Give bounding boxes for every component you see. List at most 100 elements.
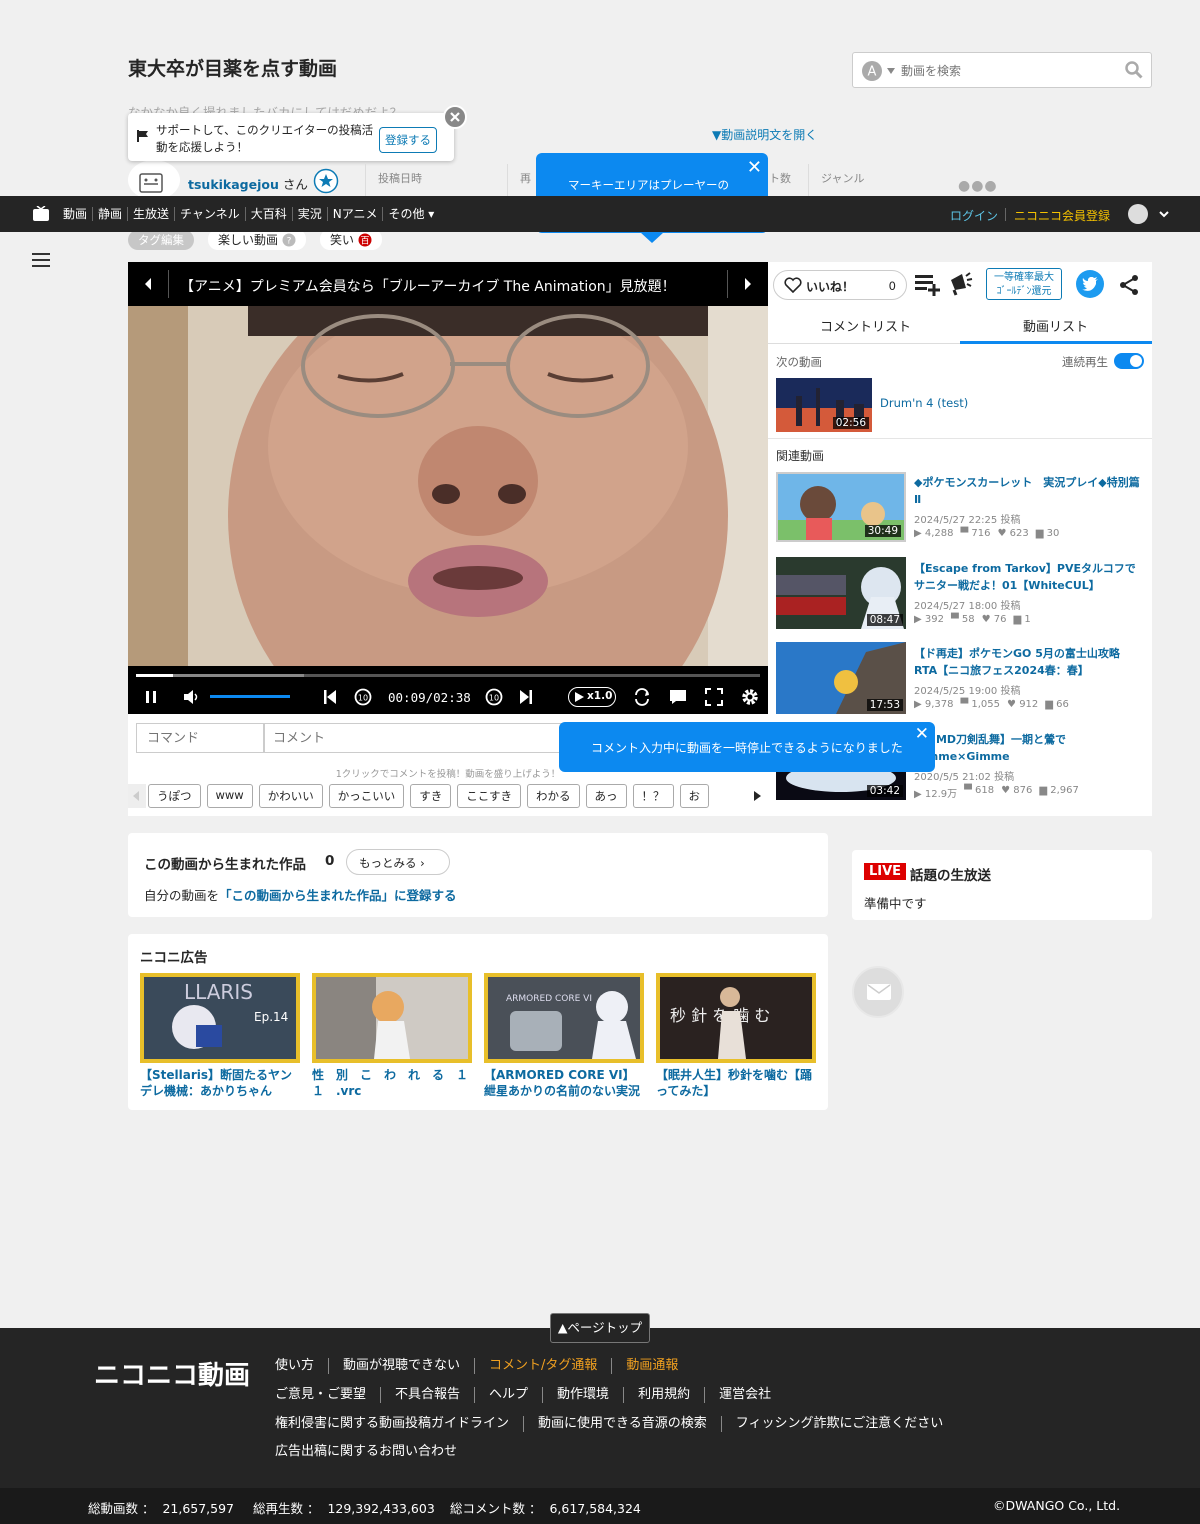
gear-icon[interactable] [740, 687, 760, 707]
quick-comment[interactable]: お [679, 784, 709, 808]
user-avatar[interactable] [1128, 204, 1148, 224]
ad-title[interactable]: 【Stellaris】断固たるヤンデレ機械：あかりちゃん [140, 1067, 302, 1099]
chevron-down-icon[interactable] [1158, 208, 1170, 220]
related-thumbnail[interactable]: 17:53 [776, 642, 906, 714]
footer-link[interactable]: ご意見・ご要望 [275, 1387, 380, 1403]
chevron-left-icon[interactable] [133, 791, 139, 801]
comment-input[interactable] [264, 723, 564, 753]
nav-item-channel[interactable]: チャンネル [174, 207, 245, 221]
volume-slider[interactable] [210, 695, 290, 698]
niconico-logo[interactable]: ニコニコ動画 [94, 1360, 256, 1388]
chevron-right-icon[interactable] [743, 278, 753, 290]
related-thumbnail[interactable]: 30:49 [776, 472, 906, 542]
tag-item[interactable]: 楽しい動画? [208, 229, 307, 250]
search-box[interactable]: A [852, 52, 1152, 88]
tag-edit-button[interactable]: タグ編集 [128, 229, 194, 250]
like-button[interactable]: いいね！ 0 [773, 270, 907, 300]
quick-comment[interactable]: わかる [527, 784, 580, 808]
forward-10-icon[interactable]: 10 [484, 687, 504, 707]
related-video-item[interactable]: 08:47 【Escape from Tarkov】PVEタルコフでサニター戦だ… [776, 554, 1146, 634]
search-input[interactable] [901, 59, 1115, 83]
video-frame[interactable] [128, 306, 768, 666]
quick-comment-prev[interactable] [128, 784, 146, 808]
playback-speed-button[interactable]: x1.0 [568, 687, 616, 707]
footer-link[interactable]: 権利侵害に関する動画投稿ガイドライン [275, 1416, 523, 1432]
footer-link[interactable]: 動作環境 [542, 1387, 623, 1403]
ad-title[interactable]: 【眠井人生】秒針を噛む【踊ってみた】 [656, 1067, 818, 1099]
twitter-share-icon[interactable] [1076, 270, 1104, 298]
related-video-item[interactable]: 17:53 【ド再走】ポケモンGO 5月の富士山攻略RTA【ニコ旅フェス2024… [776, 639, 1146, 719]
footer-link[interactable]: 使い方 [275, 1358, 328, 1374]
nav-item-video[interactable]: 動画 [58, 207, 92, 221]
footer-link[interactable]: 不具合報告 [380, 1387, 474, 1403]
menu-icon[interactable] [32, 253, 50, 267]
close-icon[interactable]: ✕ [747, 157, 762, 178]
quick-comment[interactable]: ここすき [457, 784, 521, 808]
register-link[interactable]: ニコニコ会員登録 [1014, 207, 1110, 224]
quick-comment[interactable]: かっこいい [328, 784, 405, 808]
tab-video-list[interactable]: 動画リスト [1023, 316, 1088, 335]
nicoad-megaphone-icon[interactable] [948, 270, 974, 296]
close-icon[interactable]: ✕ [915, 724, 929, 744]
marquee-text[interactable]: 【アニメ】プレミアム会員なら「ブルーアーカイブ The Animation」見放… [180, 276, 676, 296]
owner-avatar[interactable] [128, 160, 180, 200]
description-toggle-link[interactable]: ▼動画説明文を開く [712, 126, 817, 143]
search-mode-icon[interactable]: A [861, 60, 897, 82]
live-heading[interactable]: 話題の生放送 [910, 864, 991, 884]
search-icon[interactable] [1125, 61, 1143, 79]
footer-link[interactable]: ヘルプ [474, 1387, 542, 1403]
register-derived-link[interactable]: 「この動画から生まれた作品」に登録する [219, 888, 457, 903]
chevron-right-icon[interactable] [754, 791, 761, 801]
tab-comment-list[interactable]: コメントリスト [820, 316, 911, 335]
quick-comment[interactable]: あっ [585, 784, 627, 808]
nav-item-other[interactable]: その他 ▾ [382, 207, 439, 221]
nav-item-nanime[interactable]: Nアニメ [326, 207, 383, 221]
footer-link[interactable]: フィッシング詐欺にご注意ください [720, 1416, 957, 1432]
quick-comment[interactable]: www [206, 784, 253, 808]
tag-item[interactable]: 笑い百 [320, 229, 383, 250]
loop-icon[interactable] [632, 687, 652, 707]
support-register-button[interactable]: 登録する [379, 127, 437, 153]
related-title[interactable]: 【MMD刀剣乱舞】一期と鶯でGimme×Gimme [914, 731, 1140, 765]
fullscreen-icon[interactable] [704, 687, 724, 707]
quick-comment[interactable]: うぽつ [148, 784, 201, 808]
related-thumbnail[interactable]: 08:47 [776, 557, 906, 629]
footer-link[interactable]: 動画が視聴できない [328, 1358, 474, 1374]
skip-forward-icon[interactable] [519, 689, 533, 705]
pause-icon[interactable] [144, 690, 158, 704]
dic-icon[interactable]: ? [282, 233, 296, 247]
quick-comment-next[interactable] [746, 784, 768, 808]
ad-title[interactable]: 【ARMORED CORE VI】紲星あかりの名前のない実況 [484, 1067, 646, 1099]
comment-toggle-icon[interactable] [668, 687, 688, 707]
footer-link[interactable]: 運営会社 [704, 1387, 785, 1403]
quick-comment[interactable]: かわいい [258, 784, 323, 808]
skip-back-icon[interactable] [323, 689, 337, 705]
related-title[interactable]: 【Escape from Tarkov】PVEタルコフでサニター戦だよ！01【W… [914, 560, 1140, 594]
next-video-thumbnail[interactable]: 02:56 [776, 378, 872, 432]
dic-icon[interactable]: 百 [358, 233, 372, 247]
golden-return-badge[interactable]: 一等確率最大 ｺﾞｰﾙﾃﾞﾝ還元 [986, 268, 1062, 300]
login-link[interactable]: ログイン [950, 207, 998, 224]
niconico-tv-icon[interactable] [32, 206, 50, 222]
share-icon[interactable] [1118, 274, 1140, 296]
more-menu-icon[interactable]: ●●● [958, 178, 998, 194]
related-video-item[interactable]: 30:49 ◆ポケモンスカーレット 実況プレイ◆特別篇Ⅱ 2024/5/27 2… [776, 468, 1146, 548]
related-title[interactable]: 【ド再走】ポケモンGO 5月の富士山攻略RTA【ニコ旅フェス2024春：春】 [914, 645, 1140, 679]
related-title[interactable]: ◆ポケモンスカーレット 実況プレイ◆特別篇Ⅱ [914, 474, 1140, 508]
ad-title[interactable]: 性 別 こ わ れ る １１ .vrc [312, 1067, 474, 1099]
volume-icon[interactable] [183, 689, 201, 705]
command-input[interactable] [136, 723, 264, 753]
autoplay-toggle[interactable] [1114, 353, 1144, 369]
nav-item-seiga[interactable]: 静画 [92, 207, 127, 221]
marquee-bar[interactable]: 【アニメ】プレミアム会員なら「ブルーアーカイブ The Animation」見放… [128, 262, 768, 306]
footer-link[interactable]: 利用規約 [623, 1387, 704, 1403]
rewind-10-icon[interactable]: 10 [353, 687, 373, 707]
footer-link[interactable]: 動画に使用できる音源の検索 [523, 1416, 721, 1432]
chevron-left-icon[interactable] [143, 278, 153, 290]
quick-comment[interactable]: ！？ [632, 784, 674, 808]
nav-item-jikkyo[interactable]: 実況 [291, 207, 327, 221]
page-top-button[interactable]: ▲ページトップ [550, 1313, 650, 1343]
footer-link[interactable]: 動画通報 [611, 1358, 692, 1374]
video-player[interactable]: 【アニメ】プレミアム会員なら「ブルーアーカイブ The Animation」見放… [128, 262, 768, 714]
owner-name[interactable]: tsukikagejou さん [188, 174, 308, 193]
